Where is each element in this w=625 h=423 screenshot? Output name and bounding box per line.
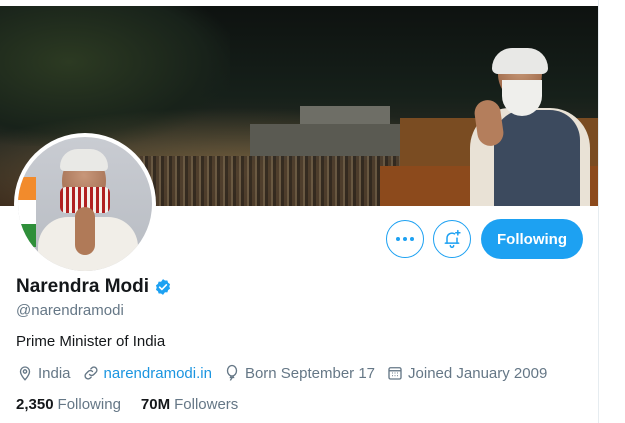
followers-count: 70M xyxy=(140,396,171,413)
link-icon xyxy=(83,366,98,380)
profile-name-row: Narendra Modi xyxy=(16,276,172,298)
column-divider xyxy=(598,0,599,423)
more-dots-icon xyxy=(396,237,414,241)
verified-badge-icon xyxy=(155,279,171,295)
following-stat[interactable]: 2,350 Following xyxy=(16,396,121,413)
followers-label: Followers xyxy=(174,396,239,413)
profile-meta: India narendramodi.in Born September 17 … xyxy=(16,364,558,382)
location: India xyxy=(16,364,71,382)
map-pin-icon xyxy=(19,366,31,381)
more-options-button[interactable] xyxy=(386,220,424,258)
balloon-icon xyxy=(226,364,238,381)
banner-person xyxy=(470,48,590,206)
location-text: India xyxy=(38,364,71,382)
birthday-text: Born September 17 xyxy=(244,364,376,382)
following-button[interactable]: Following xyxy=(481,219,583,259)
profile-avatar[interactable] xyxy=(14,133,156,275)
profile-page: Following Narendra Modi @narendramodi Pr… xyxy=(0,0,598,423)
followers-stat[interactable]: 70M Followers xyxy=(141,396,238,413)
profile-handle: @narendramodi xyxy=(16,302,124,319)
birthday: Born September 17 xyxy=(223,364,375,382)
follow-stats: 2,350 Following 70M Followers xyxy=(16,396,258,413)
calendar-icon xyxy=(388,367,402,380)
website: narendramodi.in xyxy=(82,364,212,382)
bell-plus-icon xyxy=(444,229,461,249)
notifications-button[interactable] xyxy=(433,220,471,258)
profile-bio: Prime Minister of India xyxy=(16,333,166,350)
joined-date: Joined January 2009 xyxy=(386,364,547,382)
profile-name: Narendra Modi xyxy=(16,276,150,297)
joined-text: Joined January 2009 xyxy=(408,364,548,382)
following-label: Following xyxy=(57,396,121,413)
following-count: 2,350 xyxy=(16,396,54,413)
website-link[interactable]: narendramodi.in xyxy=(104,365,212,382)
